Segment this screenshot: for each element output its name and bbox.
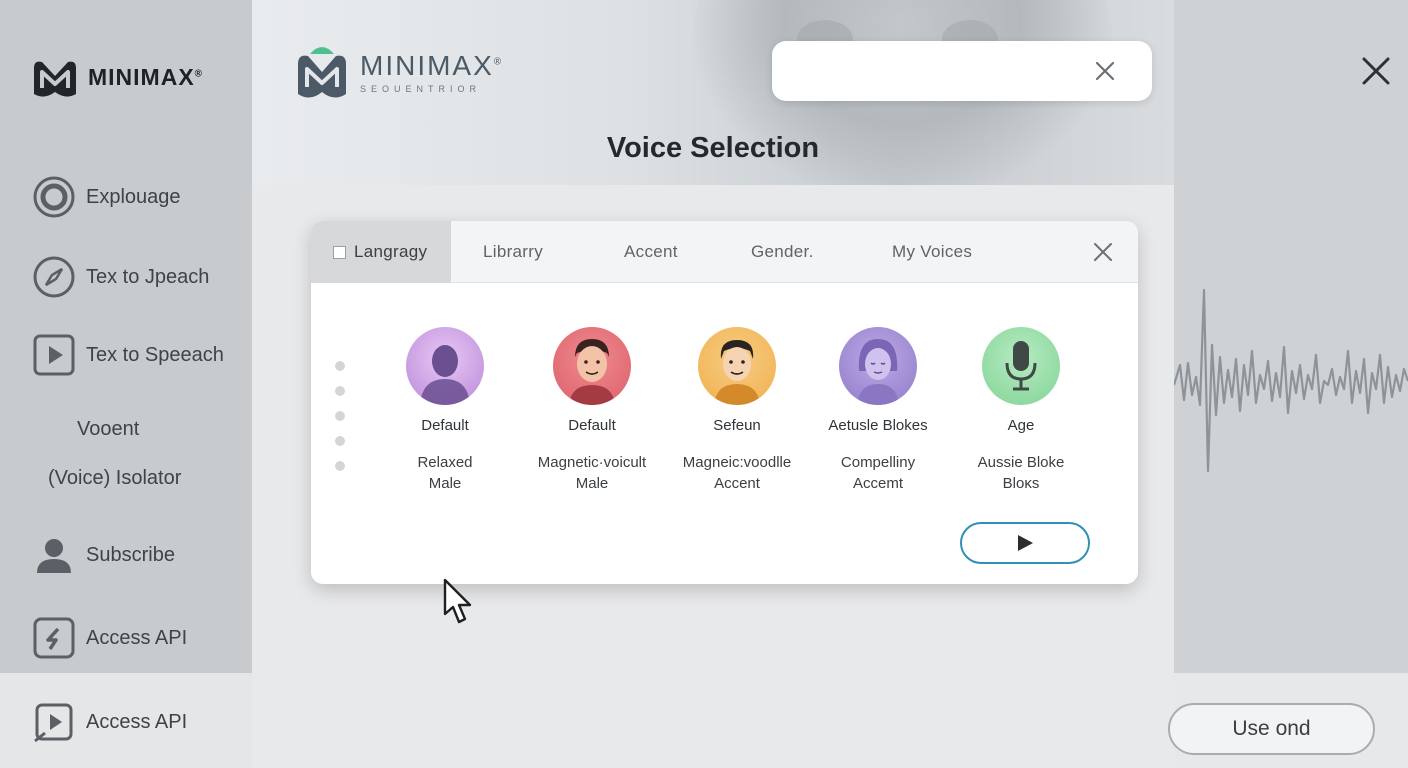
window-close-icon[interactable] — [1361, 56, 1391, 86]
voice-name: Aetusle Blokes — [828, 417, 928, 434]
tab-label: Accent — [624, 242, 678, 261]
minimax-logo-icon — [34, 61, 76, 97]
avatar — [839, 327, 917, 405]
search-box — [772, 41, 1152, 101]
tab-gender[interactable]: Gender. — [751, 221, 814, 283]
voice-description: Compelliny Accemt — [840, 454, 916, 492]
audio-waveform-icon — [1174, 288, 1408, 473]
pagination-dots — [335, 361, 345, 486]
sidebar-item-label: Access API — [86, 710, 188, 733]
brand-subtitle: SEOUENTRIOR — [360, 84, 482, 94]
minimax-brand-icon — [298, 47, 346, 98]
man-face-icon — [569, 339, 615, 405]
sidebar-item-label: Explouage — [86, 185, 181, 208]
tab-library[interactable]: Librarry — [483, 221, 543, 283]
voice-name: Age — [1007, 417, 1035, 434]
voice-card[interactable]: Default Relaxed Male — [370, 327, 520, 494]
target-icon — [32, 175, 76, 219]
tab-bar: Langragy Librarry Accent Gender. My Voic… — [311, 221, 1138, 283]
play-preview-button[interactable] — [960, 522, 1090, 564]
tab-label: Librarry — [483, 242, 544, 261]
avatar — [406, 327, 484, 405]
sidebar-item-label: Subscribe — [86, 543, 175, 566]
voice-description: Magneic:voodlle Accent — [682, 454, 792, 492]
video-edit-icon — [32, 700, 76, 744]
person-silhouette-icon — [420, 345, 470, 405]
sidebar-logo-text: MINIMAX® — [88, 63, 204, 90]
voice-description: Aussie Bloke Bloĸs — [977, 454, 1065, 492]
avatar — [698, 327, 776, 405]
sidebar-item-voice-isolator[interactable]: (Voice) Isolator — [48, 467, 181, 490]
voice-card[interactable]: Default Magnetic·voicult Male — [517, 327, 667, 494]
voice-card[interactable]: Age Aussie Bloke Bloĸs — [946, 327, 1096, 494]
sidebar-item-vooent[interactable]: Vooent — [77, 418, 139, 441]
sidebar-item-label: Tex to Speeach — [86, 343, 224, 366]
sidebar-logo[interactable]: MINIMAX® — [30, 54, 203, 100]
hero-banner: MINIMAX® SEOUENTRIOR Voice Selection — [252, 0, 1174, 185]
tab-checkbox[interactable] — [333, 245, 346, 259]
pagination-dot[interactable] — [335, 436, 345, 446]
voice-card[interactable]: Sefeun Magneic:voodlle Accent — [662, 327, 812, 494]
sidebar-item-tex-to-speeach[interactable]: Tex to Speeach — [32, 333, 224, 377]
play-icon — [1018, 535, 1033, 551]
dollar-square-icon — [32, 616, 76, 660]
sidebar-item-explouage[interactable]: Explouage — [32, 175, 181, 219]
tab-label: Gender. — [751, 242, 814, 261]
brand-name: MINIMAX® — [360, 50, 504, 81]
tab-language[interactable]: Langragy — [311, 221, 451, 283]
compass-icon — [32, 255, 76, 299]
clear-search-icon[interactable] — [1094, 60, 1116, 82]
brand-logo[interactable]: MINIMAX® SEOUENTRIOR — [294, 42, 503, 102]
avatar — [982, 327, 1060, 405]
voice-description: Magnetic·voicult Male — [537, 454, 647, 492]
pagination-dot[interactable] — [335, 461, 345, 471]
man-face-icon — [714, 340, 760, 405]
use-voice-button[interactable]: Use ond — [1168, 703, 1375, 755]
voice-name: Sefeun — [713, 417, 761, 434]
sidebar-item-access-api-bottom[interactable]: Access API — [32, 700, 187, 744]
voice-card[interactable]: Aetusle Blokes Compelliny Accemt — [803, 327, 953, 494]
user-icon — [32, 533, 76, 577]
sidebar-item-access-api[interactable]: Access API — [32, 616, 187, 660]
sidebar: MINIMAX® Explouage Tex to Jpeach Tex to … — [0, 0, 252, 768]
tab-accent[interactable]: Accent — [624, 221, 678, 283]
avatar — [553, 327, 631, 405]
voice-name: Default — [421, 417, 469, 434]
sidebar-item-label: Tex to Jpeach — [86, 265, 210, 288]
voice-name: Default — [568, 417, 616, 434]
play-square-icon — [32, 333, 76, 377]
voice-selection-dialog: Langragy Librarry Accent Gender. My Voic… — [311, 221, 1138, 584]
microphone-icon — [1005, 341, 1037, 391]
mouse-cursor-icon — [443, 578, 472, 624]
search-input[interactable] — [790, 55, 1080, 87]
tab-my-voices[interactable]: My Voices — [892, 221, 972, 283]
sidebar-item-tex-to-jpeach[interactable]: Tex to Jpeach — [32, 255, 209, 299]
pagination-dot[interactable] — [335, 411, 345, 421]
pagination-dot[interactable] — [335, 361, 345, 371]
tab-label: Langragy — [354, 242, 428, 261]
sidebar-item-subscribe[interactable]: Subscribe — [32, 533, 175, 577]
dialog-close-icon[interactable] — [1092, 241, 1114, 263]
sidebar-item-label: Access API — [86, 626, 188, 649]
tab-label: My Voices — [892, 242, 973, 261]
woman-face-icon — [857, 339, 899, 405]
pagination-dot[interactable] — [335, 386, 345, 396]
voice-description: Relaxed Male — [417, 454, 473, 492]
page-title: Voice Selection — [606, 132, 820, 164]
